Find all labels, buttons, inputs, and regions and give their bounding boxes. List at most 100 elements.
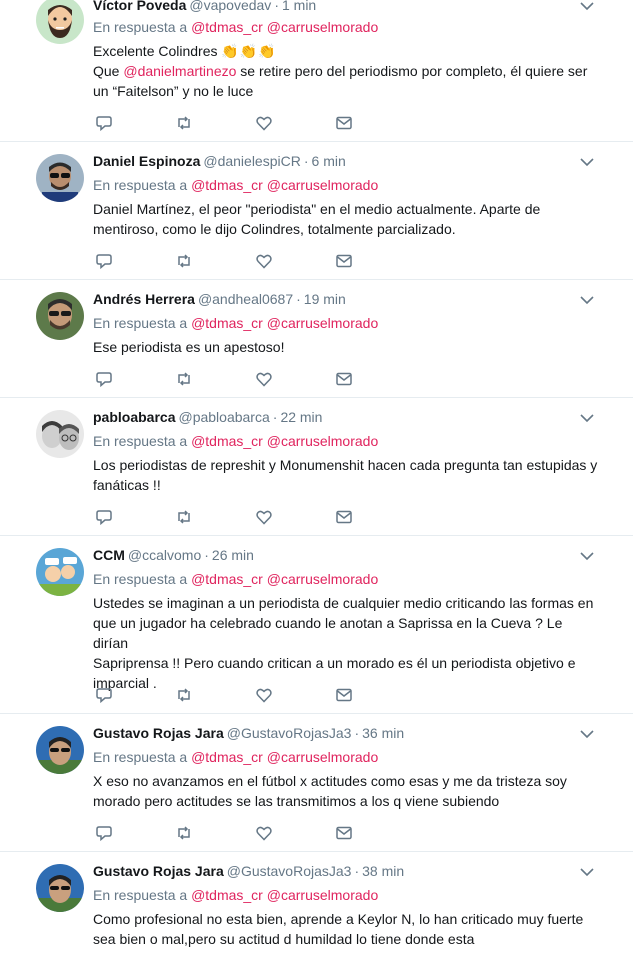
avatar[interactable] (36, 726, 84, 774)
timestamp[interactable]: 1 min (282, 0, 316, 13)
tweet[interactable]: Daniel Espinoza @danielespiCR · 6 min En re… (0, 142, 633, 280)
author-handle[interactable]: @danielespiCR (203, 153, 300, 169)
reply-icon (96, 254, 112, 270)
like-button[interactable] (255, 824, 273, 842)
timestamp[interactable]: 26 min (212, 547, 254, 563)
direct-message-button[interactable] (335, 508, 353, 526)
mention-link[interactable]: @tdmas_cr (191, 315, 263, 331)
author-name[interactable]: Gustavo Rojas Jara (93, 863, 224, 879)
mention-link[interactable]: @carruselmorado (267, 749, 378, 765)
mention-link[interactable]: @carruselmorado (267, 887, 378, 903)
tweet[interactable]: Andrés Herrera @andheal0687 · 19 min En res… (0, 280, 633, 398)
author-handle[interactable]: @ccalvomo (128, 547, 201, 563)
mention-link[interactable]: @tdmas_cr (191, 433, 263, 449)
mention-link[interactable]: @carruselmorado (267, 177, 378, 193)
direct-message-button[interactable] (335, 370, 353, 388)
tweet-text: Daniel Martínez, el peor "periodista" en… (93, 199, 598, 239)
tweet[interactable]: CCM @ccalvomo · 26 min En respuesta a @tdma… (0, 536, 633, 714)
tweet-header: CCM @ccalvomo · 26 min (93, 546, 573, 564)
more-options-button[interactable] (579, 0, 595, 14)
mention-link[interactable]: @tdmas_cr (191, 19, 263, 35)
couple-photo-icon (36, 410, 84, 458)
avatar[interactable] (36, 410, 84, 458)
retweet-button[interactable] (175, 508, 193, 526)
tweet[interactable]: Víctor Poveda @vapovedav · 1 min En respues… (0, 0, 633, 142)
retweet-button[interactable] (175, 370, 193, 388)
more-options-button[interactable] (579, 548, 595, 564)
author-handle[interactable]: @vapovedav (189, 0, 271, 13)
direct-message-button[interactable] (335, 114, 353, 132)
tweet-header: pabloabarca @pabloabarca · 22 min (93, 408, 573, 426)
mention-link[interactable]: @carruselmorado (267, 19, 378, 35)
more-options-button[interactable] (579, 292, 595, 308)
author-name[interactable]: CCM (93, 547, 125, 563)
mention-link[interactable]: @tdmas_cr (191, 887, 263, 903)
timestamp[interactable]: 36 min (362, 725, 404, 741)
reply-prefix: En respuesta a (93, 571, 188, 587)
timestamp[interactable]: 38 min (362, 863, 404, 879)
mention-link[interactable]: @carruselmorado (267, 315, 378, 331)
reply-button[interactable] (95, 508, 113, 526)
reply-button[interactable] (95, 686, 113, 704)
avatar[interactable] (36, 292, 84, 340)
mention-link[interactable]: @tdmas_cr (191, 571, 263, 587)
reply-context: En respuesta a @tdmas_cr @carruselmorado (93, 176, 378, 194)
tweet-header: Víctor Poveda @vapovedav · 1 min (93, 0, 573, 14)
tweet[interactable]: pabloabarca @pabloabarca · 22 min En respue… (0, 398, 633, 536)
mention-link[interactable]: @tdmas_cr (191, 177, 263, 193)
mention-link[interactable]: @tdmas_cr (191, 749, 263, 765)
reply-button[interactable] (95, 252, 113, 270)
reply-button[interactable] (95, 824, 113, 842)
avatar[interactable] (36, 864, 84, 912)
timestamp[interactable]: 22 min (280, 409, 322, 425)
tweet-text: Ese periodista es un apestoso! (93, 337, 598, 357)
direct-message-button[interactable] (335, 252, 353, 270)
mention-link[interactable]: @danielmartinezo (123, 63, 236, 79)
author-name[interactable]: pabloabarca (93, 409, 175, 425)
like-button[interactable] (255, 252, 273, 270)
more-options-button[interactable] (579, 410, 595, 426)
direct-message-button[interactable] (335, 686, 353, 704)
text-line: Daniel Martínez, el peor "periodista" en… (93, 201, 541, 217)
mention-link[interactable]: @carruselmorado (267, 433, 378, 449)
author-name[interactable]: Gustavo Rojas Jara (93, 725, 224, 741)
separator-dot: · (354, 725, 360, 741)
retweet-button[interactable] (175, 252, 193, 270)
bearded-man-cartoon-icon (36, 0, 84, 44)
retweet-button[interactable] (175, 686, 193, 704)
more-options-button[interactable] (579, 864, 595, 880)
author-handle[interactable]: @andheal0687 (198, 291, 293, 307)
tweet[interactable]: Gustavo Rojas Jara @GustavoRojasJa3 · 38 mi… (0, 852, 633, 956)
tweet[interactable]: Gustavo Rojas Jara @GustavoRojasJa3 · 36 mi… (0, 714, 633, 852)
more-options-button[interactable] (579, 726, 595, 742)
author-handle[interactable]: @GustavoRojasJa3 (227, 863, 352, 879)
timestamp[interactable]: 6 min (312, 153, 346, 169)
like-button[interactable] (255, 508, 273, 526)
avatar[interactable] (36, 0, 84, 44)
reply-button[interactable] (95, 114, 113, 132)
author-name[interactable]: Andrés Herrera (93, 291, 195, 307)
author-name[interactable]: Víctor Poveda (93, 0, 186, 13)
avatar[interactable] (36, 548, 84, 596)
chevron-down-icon (580, 552, 594, 561)
retweet-button[interactable] (175, 114, 193, 132)
tweet-actions (95, 686, 365, 704)
timestamp[interactable]: 19 min (304, 291, 346, 307)
man-outdoor-photo-icon (36, 864, 84, 912)
like-button[interactable] (255, 370, 273, 388)
retweet-button[interactable] (175, 824, 193, 842)
avatar[interactable] (36, 154, 84, 202)
separator-dot: · (274, 0, 279, 13)
mention-link[interactable]: @carruselmorado (267, 571, 378, 587)
text-line: Ese periodista es un apestoso! (93, 339, 285, 355)
direct-message-button[interactable] (335, 824, 353, 842)
like-button[interactable] (255, 686, 273, 704)
text-line: morado pero actitudes se las transmitimo… (93, 793, 500, 809)
more-options-button[interactable] (579, 154, 595, 170)
tweet-header: Gustavo Rojas Jara @GustavoRojasJa3 · 38 mi… (93, 862, 573, 880)
reply-button[interactable] (95, 370, 113, 388)
author-handle[interactable]: @GustavoRojasJa3 (227, 725, 352, 741)
author-handle[interactable]: @pabloabarca (178, 409, 269, 425)
like-button[interactable] (255, 114, 273, 132)
author-name[interactable]: Daniel Espinoza (93, 153, 200, 169)
